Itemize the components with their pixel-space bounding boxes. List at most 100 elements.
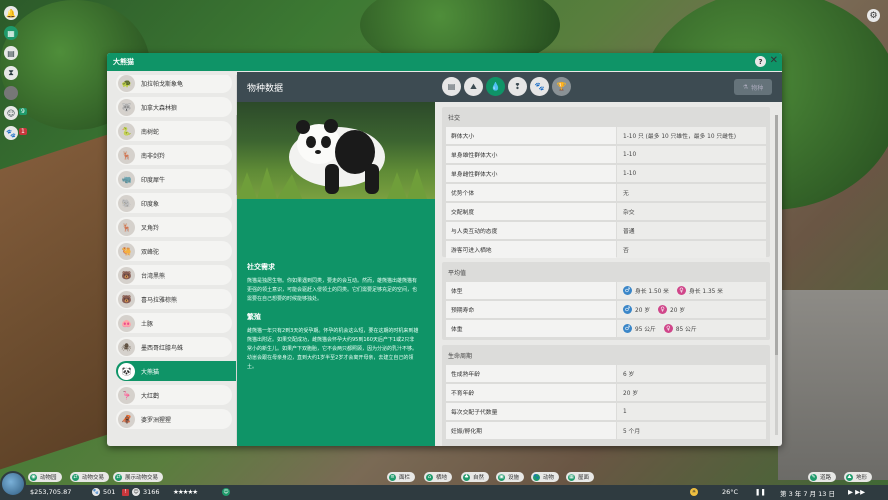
smiley-icon: ☺ — [222, 488, 230, 496]
stats-scrollbar[interactable] — [775, 115, 778, 435]
tree-icon: ♣ — [463, 473, 470, 481]
list-item[interactable]: 🐘 印度象 — [116, 193, 232, 213]
nature-button[interactable]: ♣ 自然 — [461, 472, 490, 482]
building-label: 屋面 — [578, 475, 590, 481]
minimap-globe-icon[interactable] — [0, 471, 26, 497]
zoo-button[interactable]: ◉ 动物园 — [28, 472, 62, 482]
empty-icon[interactable] — [4, 86, 18, 100]
list-item[interactable]: 🐫 双峰驼 — [116, 241, 232, 261]
table-row: 群体大小 1-10 只 (最多 10 只雄性，最多 10 只雌性) — [446, 127, 766, 144]
list-item[interactable]: 🐺 加拿大森林狼 — [116, 97, 232, 117]
building-roof — [0, 130, 120, 470]
facility-icon: ▣ — [498, 473, 505, 481]
temperature-display: 26°C — [722, 488, 739, 496]
guest-icon[interactable]: ☺ 9 — [4, 106, 27, 120]
list-item-label: 南非剑羚 — [141, 152, 166, 160]
animal-avatar: 🐻 — [118, 290, 135, 308]
guest-icon: ☺ — [132, 488, 140, 496]
pause-button[interactable]: ❚❚ — [755, 488, 766, 496]
terrain-icon: ⛰ — [846, 473, 853, 481]
happiness-icon[interactable]: ☺ — [222, 488, 230, 496]
list-item[interactable]: 🐻 台湾黑熊 — [116, 265, 232, 285]
window-titlebar: 大熊猫 ? ✕ — [107, 53, 782, 71]
grid-icon[interactable]: ▤ — [4, 46, 18, 60]
zoo-button-label: 动物园 — [40, 475, 57, 481]
hourglass-icon[interactable]: ⧗ — [4, 66, 18, 80]
row-value: 1-10 — [617, 165, 766, 182]
path-icon: ✎ — [810, 473, 817, 481]
animal-count-value: 501 — [103, 488, 116, 496]
list-item[interactable]: 🦧 婆罗洲猩猩 — [116, 409, 232, 429]
speed-controls[interactable]: ▶ ▶▶ — [848, 488, 865, 496]
habitat-label: 栖地 — [436, 475, 448, 481]
animal-trade-button[interactable]: ⇄ 动物交易 — [70, 472, 110, 482]
list-item[interactable]: 🐢 加拉帕戈斯象龟 — [116, 75, 232, 93]
stats-panel[interactable]: 社交 群体大小 1-10 只 (最多 10 只雄性，最多 10 只雌性) 单身雄性… — [442, 107, 774, 446]
species-window: 大熊猫 ? ✕ 🐢 加拉帕戈斯象龟 🐺 加拿大森林狼 🐍 南树蛇 🦌 南非剑羚 🦏 印度犀… — [107, 53, 782, 446]
row-key: 性成熟年龄 — [446, 365, 616, 382]
animal-avatar: 🐍 — [118, 122, 135, 140]
animal-avatar: 🐼 — [118, 362, 135, 380]
nature-label: 自然 — [473, 475, 485, 481]
description-panel: 社交需求 熊猫是独居生物。你如果遇到同类，要走的会互动。然而，雄熊猫出雄熊猫有更… — [237, 199, 435, 446]
habitat-button[interactable]: ⌂ 栖地 — [424, 472, 453, 482]
water-drop-icon[interactable]: 💧 — [486, 77, 505, 96]
building-button[interactable]: ▦ 屋面 — [566, 472, 595, 482]
facility-button[interactable]: ▣ 设施 — [496, 472, 525, 482]
exhibit-trade-button[interactable]: ⇄ 展示动物交易 — [113, 472, 164, 482]
list-item[interactable]: 🐽 土豚 — [116, 313, 232, 333]
terrain-button[interactable]: ⛰ 地形 — [844, 472, 873, 482]
help-icon[interactable]: ? — [755, 56, 766, 67]
animal-avatar: 🦩 — [118, 386, 135, 404]
exhibit-trade-label: 展示动物交易 — [125, 475, 159, 481]
row-key: 预期寿命 — [446, 301, 616, 318]
path-area — [778, 290, 888, 480]
male-value: 20 岁 — [635, 308, 651, 314]
animal-avatar: 🐢 — [118, 75, 135, 92]
list-item[interactable]: 🐻 喜马拉雅棕熊 — [116, 289, 232, 309]
facility-label: 设施 — [508, 475, 520, 481]
zoo-icon: ◉ — [30, 473, 37, 481]
row-value: ♂ 95 公斤 ♀ 85 公斤 — [617, 320, 766, 337]
species-list[interactable]: 🐢 加拉帕戈斯象龟 🐺 加拿大森林狼 🐍 南树蛇 🦌 南非剑羚 🦏 印度犀牛 🐘 印度象 🦌… — [113, 75, 236, 445]
female-icon: ♀ — [658, 305, 668, 314]
fence-button[interactable]: ≡ 面栏 — [387, 472, 416, 482]
list-item[interactable]: 🦌 南非剑羚 — [116, 145, 232, 165]
list-item-label: 婆罗洲猩猩 — [141, 416, 172, 424]
list-item[interactable]: 🦌 叉角羚 — [116, 217, 232, 237]
social-section: 社交 群体大小 1-10 只 (最多 10 只雄性，最多 10 只雌性) 单身雄性… — [442, 107, 770, 258]
document-icon[interactable]: ▤ — [442, 77, 461, 96]
zoo-rating-stars: ★★★★★ — [173, 488, 198, 496]
calendar-icon[interactable]: ▦ — [4, 26, 18, 40]
path-button[interactable]: ✎ 道路 — [808, 472, 837, 482]
list-item[interactable]: 🦩 大红鹳 — [116, 385, 232, 405]
notification-icon[interactable]: 🔔 — [4, 6, 18, 20]
animal-avatar: 🦏 — [118, 170, 135, 188]
trophy-icon[interactable]: 🏆 — [552, 77, 571, 96]
terrain-icon[interactable]: ⛰ — [464, 77, 483, 96]
section-title: 社交 — [448, 115, 461, 122]
content-header: 物种数据 ▤ ⛰ 💧 ❢ 🐾 🏆 ⚗ 物种 — [237, 72, 782, 102]
social-icon[interactable]: ❢ — [508, 77, 527, 96]
list-item-selected[interactable]: 🐼 大熊猫 — [116, 361, 236, 381]
alert-icon: ! — [122, 488, 129, 496]
species-button[interactable]: ⚗ 物种 — [734, 79, 772, 95]
paw-count: 1 — [19, 128, 27, 135]
guest-count-value: 3166 — [143, 488, 160, 496]
list-item[interactable]: 🐍 南树蛇 — [116, 121, 232, 141]
list-item-label: 大红鹳 — [141, 392, 160, 400]
paw-icon[interactable]: 🐾 1 — [4, 126, 27, 140]
paw-icon[interactable]: 🐾 — [530, 77, 549, 96]
scrollbar-thumb[interactable] — [775, 115, 778, 355]
animal-button[interactable]: 🐾 动物 — [531, 472, 560, 482]
close-icon[interactable]: ✕ — [770, 55, 778, 66]
list-item[interactable]: 🕷 墨西哥红膝鸟蛛 — [116, 337, 232, 357]
row-key: 与人类互动的态度 — [446, 222, 616, 239]
row-value: ♂ 身长 1.50 米 ♀ 身长 1.35 米 — [617, 282, 766, 299]
list-item[interactable]: 🦏 印度犀牛 — [116, 169, 232, 189]
animal-icon: 🐾 — [92, 488, 100, 496]
row-value: 5 个月 — [617, 422, 766, 439]
settings-gear-icon[interactable]: ⚙ — [867, 9, 880, 22]
breeding-text: 雌熊猫一年只有2到3天的受孕期。怀孕的机会这么短，要在这期的时机来到雄熊猫出附近… — [247, 328, 419, 370]
list-item-label: 印度犀牛 — [141, 176, 166, 184]
